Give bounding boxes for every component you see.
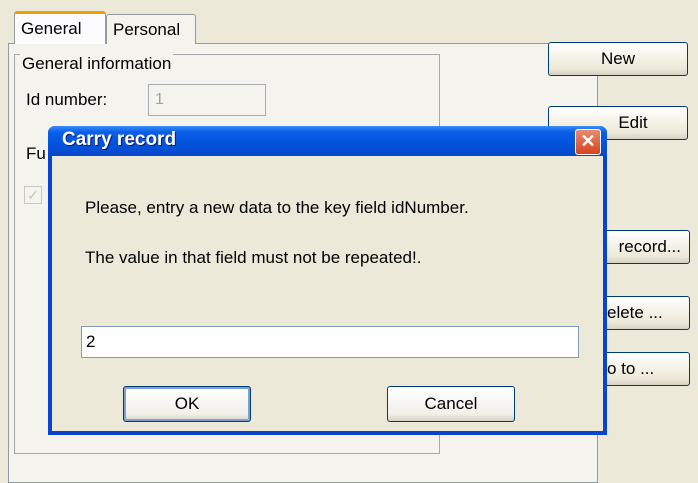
- dialog-message-2: The value in that field must not be repe…: [85, 248, 422, 267]
- background-checkbox[interactable]: ✓: [24, 186, 42, 204]
- carry-record-dialog: Carry record ✕ Please, entry a new data …: [48, 126, 607, 435]
- tab-personal[interactable]: Personal: [106, 14, 196, 44]
- tab-general[interactable]: General: [14, 11, 106, 44]
- cancel-button[interactable]: Cancel: [387, 386, 515, 422]
- dialog-message-1: Please, entry a new data to the key fiel…: [85, 198, 469, 217]
- dialog-title: Carry record: [62, 129, 177, 150]
- partial-field-label: Fu: [26, 144, 46, 163]
- group-title: General information: [20, 54, 174, 74]
- new-button[interactable]: New: [548, 42, 688, 76]
- new-key-input[interactable]: [81, 326, 579, 358]
- dialog-titlebar[interactable]: Carry record ✕: [48, 126, 607, 156]
- dialog-body: Please, entry a new data to the key fiel…: [52, 156, 603, 431]
- close-icon[interactable]: ✕: [575, 129, 601, 155]
- id-number-label: Id number:: [26, 90, 108, 109]
- ok-button[interactable]: OK: [123, 386, 251, 422]
- id-number-field[interactable]: 1: [148, 84, 266, 116]
